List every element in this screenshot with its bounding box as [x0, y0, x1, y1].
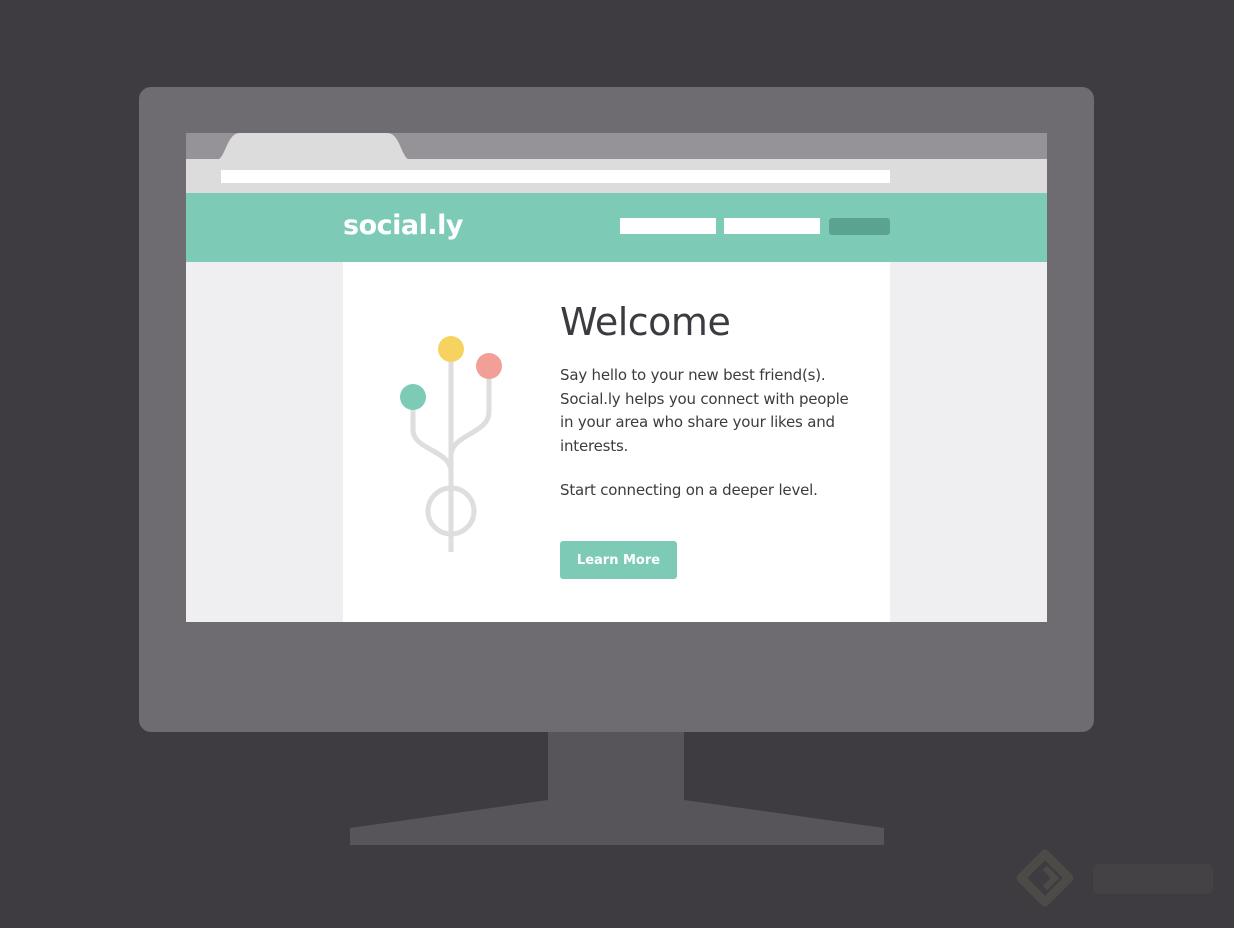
- learn-more-button[interactable]: Learn More: [560, 541, 677, 579]
- site-navbar: social.ly: [186, 193, 1047, 262]
- browser-tab-strip: [186, 133, 1047, 160]
- welcome-description: Say hello to your new best friend(s). So…: [560, 366, 849, 455]
- teal-node-icon: [400, 384, 426, 410]
- browser-toolbar: [186, 159, 1047, 193]
- welcome-content: Welcome Say hello to your new best frien…: [560, 298, 860, 502]
- connection-tree-icon: [400, 336, 502, 552]
- address-bar[interactable]: [221, 170, 890, 183]
- site-logo[interactable]: social.ly: [343, 210, 463, 241]
- watermark-logo: [1016, 849, 1213, 907]
- nav-cta-button[interactable]: [829, 218, 890, 235]
- nav-link-1[interactable]: [620, 218, 716, 234]
- nav-link-2[interactable]: [724, 218, 820, 234]
- page-title: Welcome: [560, 300, 731, 344]
- monitor-neck: [548, 732, 684, 802]
- coral-node-icon: [476, 353, 502, 379]
- tagline-text: Start connecting on a deeper level.: [560, 481, 818, 499]
- yellow-node-icon: [438, 336, 464, 362]
- browser-tab[interactable]: [216, 133, 411, 160]
- welcome-card: Welcome Say hello to your new best frien…: [343, 262, 890, 622]
- browser-window: social.ly Welcome Say hello to your new …: [186, 133, 1047, 622]
